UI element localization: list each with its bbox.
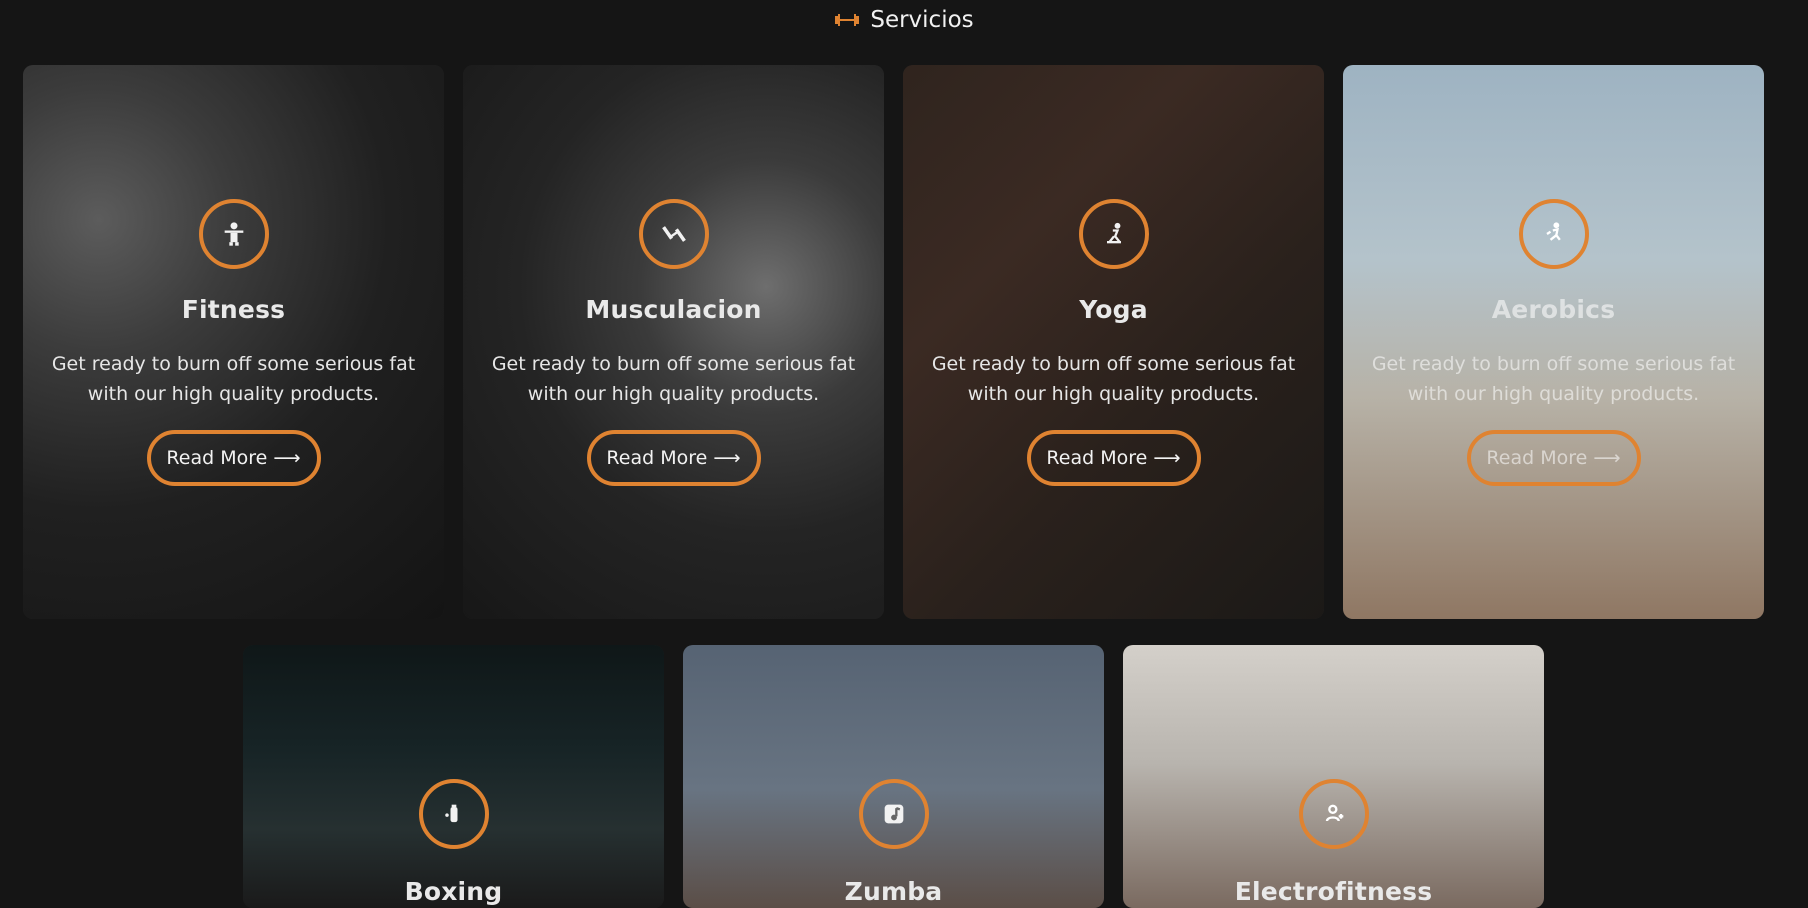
card-title: Fitness [181, 295, 286, 324]
music-note-icon [858, 779, 929, 849]
section-title: Servicios [870, 7, 974, 33]
read-more-button[interactable]: Read More ⟶ [586, 430, 761, 486]
service-card-boxing[interactable]: Boxing [243, 645, 664, 908]
service-card-musculacion[interactable]: Musculacion Get ready to burn off some s… [463, 65, 884, 619]
yoga-pose-icon [1078, 199, 1149, 269]
service-card-aerobics[interactable]: Aerobics Get ready to burn off some seri… [1343, 65, 1764, 619]
read-more-button[interactable]: Read More ⟶ [1466, 430, 1641, 486]
card-description: Get ready to burn off some serious fat w… [491, 353, 856, 405]
read-more-label: Read More [606, 447, 708, 469]
card-description: Get ready to burn off some serious fat w… [931, 353, 1296, 405]
card-title: Electrofitness [1234, 877, 1433, 906]
card-title: Yoga [1079, 295, 1148, 324]
card-title: Zumba [844, 877, 943, 906]
arrow-right-icon: ⟶ [1593, 447, 1621, 469]
user-plus-icon [1298, 779, 1369, 849]
card-title: Musculacion [585, 295, 762, 324]
arrow-right-icon: ⟶ [713, 447, 741, 469]
dumbbell-icon [834, 12, 860, 28]
card-title: Aerobics [1491, 295, 1616, 324]
card-title: Boxing [404, 877, 503, 906]
service-card-zumba[interactable]: Zumba [683, 645, 1104, 908]
service-card-fitness[interactable]: Fitness Get ready to burn off some serio… [23, 65, 444, 619]
read-more-label: Read More [1486, 447, 1588, 469]
read-more-label: Read More [1046, 447, 1148, 469]
punching-bag-icon [418, 779, 489, 849]
arrow-right-icon: ⟶ [1153, 447, 1181, 469]
arrow-right-icon: ⟶ [273, 447, 301, 469]
section-header: Servicios [0, 2, 1808, 38]
service-card-electrofitness[interactable]: Electrofitness [1123, 645, 1544, 908]
services-page: Servicios Fitness Get ready to burn off … [0, 0, 1808, 908]
running-person-icon [1518, 199, 1589, 269]
weightlifter-icon [198, 199, 269, 269]
read-more-button[interactable]: Read More ⟶ [1026, 430, 1201, 486]
card-description: Get ready to burn off some serious fat w… [1371, 353, 1736, 405]
dumbbell-icon [638, 199, 709, 269]
read-more-label: Read More [166, 447, 268, 469]
card-description: Get ready to burn off some serious fat w… [51, 353, 416, 405]
read-more-button[interactable]: Read More ⟶ [146, 430, 321, 486]
service-card-yoga[interactable]: Yoga Get ready to burn off some serious … [903, 65, 1324, 619]
